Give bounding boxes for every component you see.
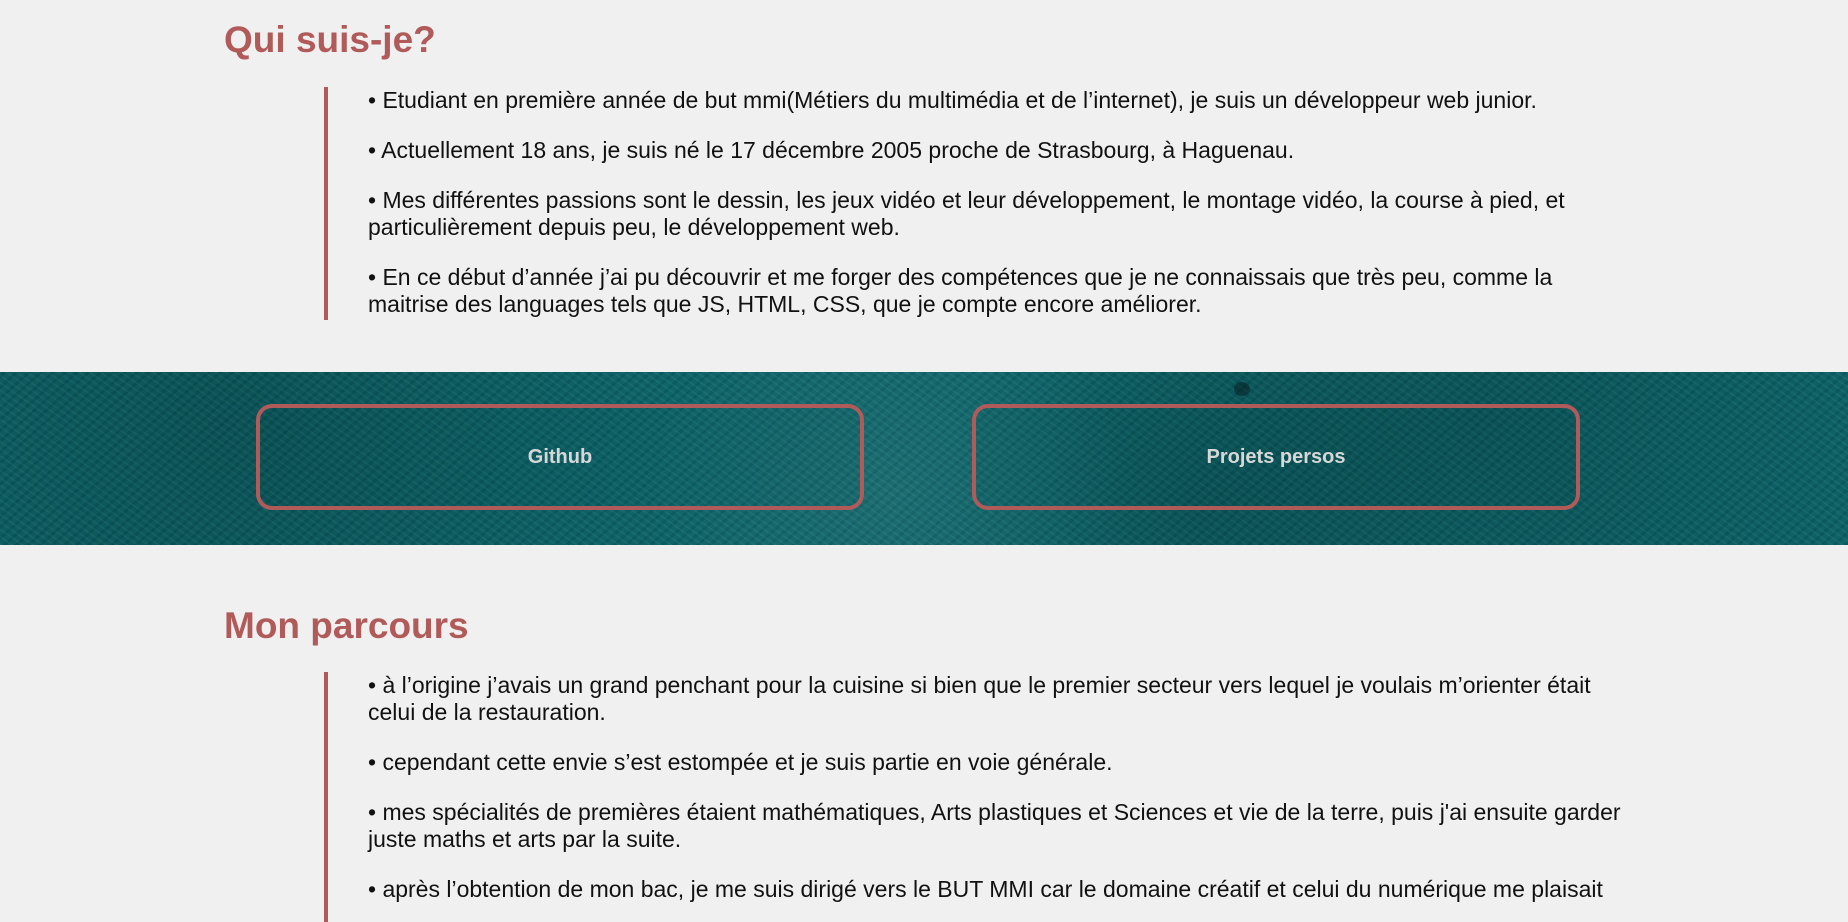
links-band: Github Projets persos bbox=[0, 372, 1848, 545]
about-content: • Etudiant en première année de but mmi(… bbox=[324, 87, 1584, 320]
about-paragraph-4: • En ce début d’année j’ai pu découvrir … bbox=[368, 264, 1553, 317]
journey-paragraph-2: • cependant cette envie s’est estompée e… bbox=[368, 749, 1113, 775]
about-title: Qui suis-je? bbox=[224, 19, 436, 60]
github-button[interactable]: Github bbox=[256, 404, 864, 510]
texture-mark bbox=[1234, 382, 1250, 396]
about-paragraph-1: • Etudiant en première année de but mmi(… bbox=[368, 87, 1537, 113]
about-paragraph-3: • Mes différentes passions sont le dessi… bbox=[368, 187, 1565, 240]
journey-section: Mon parcours • à l’origine j’avais un gr… bbox=[0, 545, 1848, 922]
journey-paragraph-1: • à l’origine j’avais un grand penchant … bbox=[368, 672, 1591, 725]
projects-button-label: Projets persos bbox=[1206, 445, 1346, 468]
journey-paragraph-3: • mes spécialités de premières étaient m… bbox=[368, 799, 1621, 852]
projects-button[interactable]: Projets persos bbox=[972, 404, 1580, 510]
github-button-label: Github bbox=[527, 445, 593, 468]
journey-paragraph-4: • après l’obtention de mon bac, je me su… bbox=[368, 876, 1603, 902]
journey-content: • à l’origine j’avais un grand penchant … bbox=[324, 672, 1632, 922]
about-paragraph-2: • Actuellement 18 ans, je suis né le 17 … bbox=[368, 137, 1295, 163]
journey-title: Mon parcours bbox=[224, 605, 469, 646]
about-section: Qui suis-je? • Etudiant en première anné… bbox=[0, 0, 1848, 372]
